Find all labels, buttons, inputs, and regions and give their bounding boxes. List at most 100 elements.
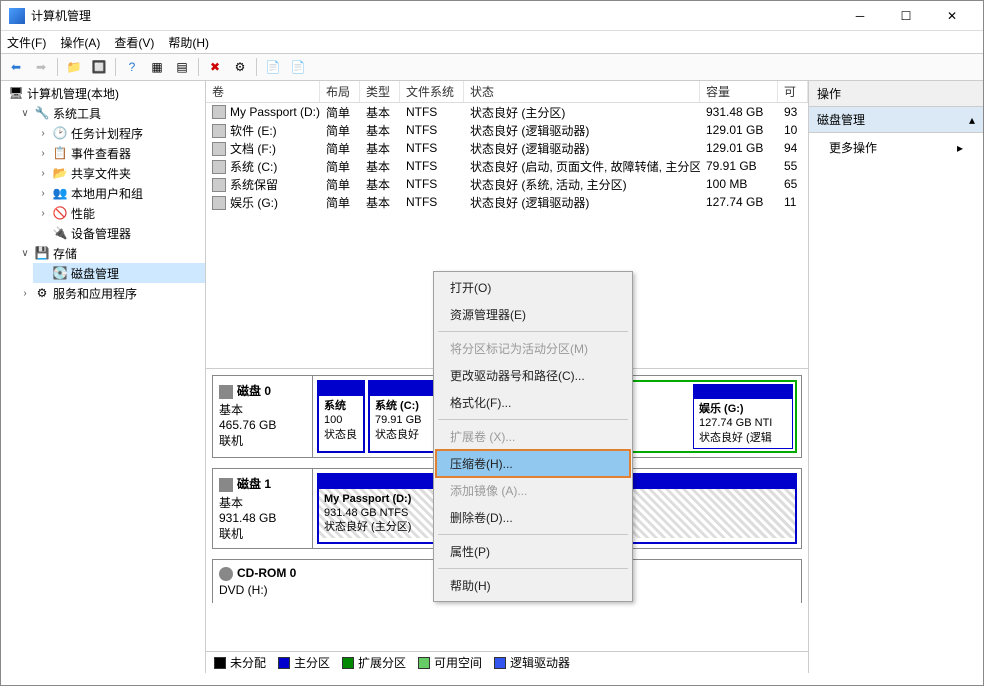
volume-type: 基本: [360, 122, 400, 139]
actions-more[interactable]: 更多操作▸: [809, 133, 983, 162]
actions-group-diskmgmt[interactable]: 磁盘管理▴: [809, 107, 983, 133]
volume-layout: 简单: [320, 176, 360, 193]
volume-row[interactable]: 娱乐 (G:)简单基本NTFS状态良好 (逻辑驱动器)127.74 GB11: [206, 193, 808, 211]
tree-root[interactable]: 🖥计算机管理(本地): [1, 83, 205, 103]
window-title: 计算机管理: [31, 7, 837, 24]
disk-icon: [219, 478, 233, 492]
help-button[interactable]: ?: [121, 56, 143, 78]
ctx-format[interactable]: 格式化(F)...: [436, 389, 630, 416]
volume-status: 状态良好 (逻辑驱动器): [464, 194, 700, 211]
col-capacity[interactable]: 容量: [700, 81, 778, 102]
minimize-button[interactable]: ─: [837, 1, 883, 31]
menu-help[interactable]: 帮助(H): [168, 34, 209, 51]
ctx-shrink[interactable]: 压缩卷(H)...: [436, 450, 630, 477]
disk-icon: 💽: [52, 265, 68, 281]
tree-performance[interactable]: ›🚫性能: [33, 203, 205, 223]
tree-disk-management[interactable]: 💽磁盘管理: [33, 263, 205, 283]
ctx-delete[interactable]: 删除卷(D)...: [436, 504, 630, 531]
partition-header: [694, 385, 792, 399]
legend: 未分配 主分区 扩展分区 可用空间 逻辑驱动器: [206, 651, 808, 673]
volume-available: 55: [778, 159, 808, 173]
legend-free-swatch: [418, 657, 430, 669]
toolbar: ⬅ ➡ 📁 🔲 ? ▦ ▤ ✖ ⚙ 📄 📄: [1, 53, 983, 81]
volume-available: 94: [778, 141, 808, 155]
clock-icon: 🕑: [52, 125, 68, 141]
ctx-separator: [438, 331, 628, 332]
back-button[interactable]: ⬅: [5, 56, 27, 78]
ctx-extend: 扩展卷 (X)...: [436, 423, 630, 450]
col-available[interactable]: 可: [778, 81, 808, 102]
context-menu: 打开(O) 资源管理器(E) 将分区标记为活动分区(M) 更改驱动器号和路径(C…: [433, 271, 633, 602]
extra2-button[interactable]: 📄: [287, 56, 309, 78]
volume-status: 状态良好 (启动, 页面文件, 故障转储, 主分区): [464, 158, 700, 175]
computer-icon: 🖥: [8, 85, 24, 101]
volume-row[interactable]: My Passport (D:)简单基本NTFS状态良好 (主分区)931.48…: [206, 103, 808, 121]
volume-name: 软件 (E:): [206, 122, 320, 139]
volume-layout: 简单: [320, 140, 360, 157]
users-icon: 👥: [52, 185, 68, 201]
volume-name: 系统保留: [206, 176, 320, 193]
tree-local-users[interactable]: ›👥本地用户和组: [33, 183, 205, 203]
volume-status: 状态良好 (系统, 活动, 主分区): [464, 176, 700, 193]
tree-task-scheduler[interactable]: ›🕑任务计划程序: [33, 123, 205, 143]
volume-type: 基本: [360, 140, 400, 157]
partition-system-reserved[interactable]: 系统100状态良: [317, 380, 365, 453]
tree-event-viewer[interactable]: ›📋事件查看器: [33, 143, 205, 163]
ctx-separator: [438, 419, 628, 420]
partition-g[interactable]: 娱乐 (G:)127.74 GB NTI状态良好 (逻辑: [693, 384, 793, 449]
nav-tree[interactable]: 🖥计算机管理(本地) ∨🔧系统工具 ›🕑任务计划程序 ›📋事件查看器 ›📂共享文…: [1, 81, 206, 673]
app-icon: [9, 8, 25, 24]
menu-action[interactable]: 操作(A): [60, 34, 100, 51]
volume-fs: NTFS: [400, 123, 464, 137]
show-hide-button[interactable]: 🔲: [88, 56, 110, 78]
device-icon: 🔌: [52, 225, 68, 241]
extra1-button[interactable]: 📄: [262, 56, 284, 78]
menubar: 文件(F) 操作(A) 查看(V) 帮助(H): [1, 31, 983, 53]
actions-pane: 操作 磁盘管理▴ 更多操作▸: [809, 81, 983, 673]
list-button[interactable]: ▤: [171, 56, 193, 78]
maximize-button[interactable]: ☐: [883, 1, 929, 31]
volume-row[interactable]: 软件 (E:)简单基本NTFS状态良好 (逻辑驱动器)129.01 GB10: [206, 121, 808, 139]
ctx-open[interactable]: 打开(O): [436, 274, 630, 301]
storage-icon: 💾: [34, 245, 50, 261]
tree-storage[interactable]: ∨💾存储: [15, 243, 205, 263]
legend-unallocated-swatch: [214, 657, 226, 669]
close-button[interactable]: ✕: [929, 1, 975, 31]
partition-header: [370, 382, 440, 396]
disk-icon: [219, 385, 233, 399]
menu-file[interactable]: 文件(F): [7, 34, 46, 51]
up-button[interactable]: 📁: [63, 56, 85, 78]
volume-status: 状态良好 (逻辑驱动器): [464, 122, 700, 139]
col-layout[interactable]: 布局: [320, 81, 360, 102]
tree-device-manager[interactable]: 🔌设备管理器: [33, 223, 205, 243]
menu-view[interactable]: 查看(V): [114, 34, 154, 51]
settings-button[interactable]: ⚙: [229, 56, 251, 78]
tree-system-tools[interactable]: ∨🔧系统工具: [15, 103, 205, 123]
disk-0-info: 磁盘 0 基本 465.76 GB 联机: [213, 376, 313, 457]
col-type[interactable]: 类型: [360, 81, 400, 102]
partition-header: [319, 382, 363, 396]
legend-primary-swatch: [278, 657, 290, 669]
col-filesystem[interactable]: 文件系统: [400, 81, 464, 102]
tree-services-apps[interactable]: ›⚙服务和应用程序: [15, 283, 205, 303]
volume-fs: NTFS: [400, 141, 464, 155]
view-button[interactable]: ▦: [146, 56, 168, 78]
tree-shared-folders[interactable]: ›📂共享文件夹: [33, 163, 205, 183]
ctx-explorer[interactable]: 资源管理器(E): [436, 301, 630, 328]
volume-row[interactable]: 文档 (F:)简单基本NTFS状态良好 (逻辑驱动器)129.01 GB94: [206, 139, 808, 157]
forward-button[interactable]: ➡: [30, 56, 52, 78]
volume-layout: 简单: [320, 122, 360, 139]
ctx-properties[interactable]: 属性(P): [436, 538, 630, 565]
partition-c[interactable]: 系统 (C:)79.91 GB状态良好: [368, 380, 442, 453]
volume-row[interactable]: 系统 (C:)简单基本NTFS状态良好 (启动, 页面文件, 故障转储, 主分区…: [206, 157, 808, 175]
volume-name: 文档 (F:): [206, 140, 320, 157]
perf-icon: 🚫: [52, 205, 68, 221]
ctx-change-letter[interactable]: 更改驱动器号和路径(C)...: [436, 362, 630, 389]
volume-available: 93: [778, 105, 808, 119]
refresh-button[interactable]: ✖: [204, 56, 226, 78]
volume-row[interactable]: 系统保留简单基本NTFS状态良好 (系统, 活动, 主分区)100 MB65: [206, 175, 808, 193]
volume-name: 娱乐 (G:): [206, 194, 320, 211]
col-status[interactable]: 状态: [464, 81, 700, 102]
col-volume[interactable]: 卷: [206, 81, 320, 102]
ctx-help[interactable]: 帮助(H): [436, 572, 630, 599]
